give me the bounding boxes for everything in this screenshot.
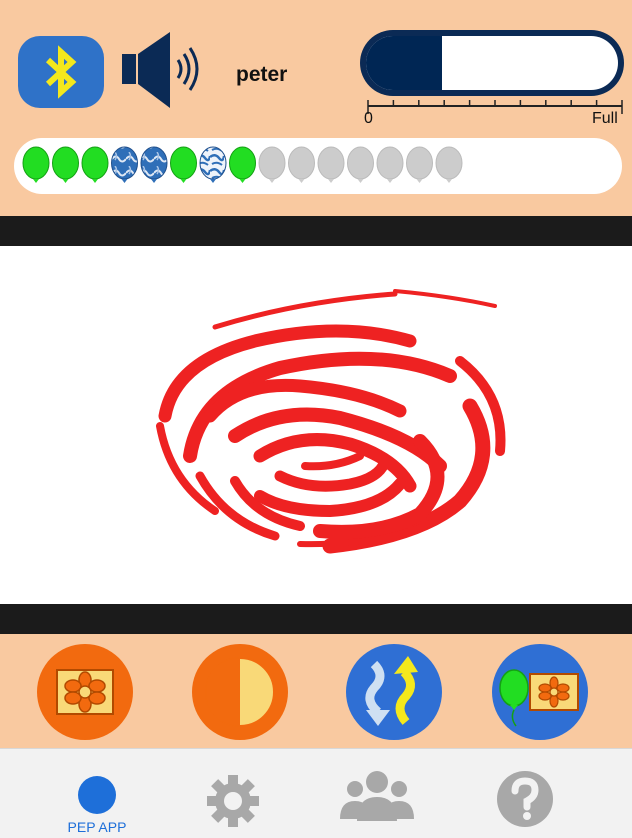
swirl-display — [0, 246, 632, 604]
gauge-scale — [367, 100, 623, 114]
balloon-green — [81, 146, 109, 183]
tab-pep-app[interactable]: PEP APP — [42, 749, 152, 838]
display-top-bar — [0, 216, 632, 246]
fill-gauge — [360, 30, 624, 96]
bluetooth-icon — [45, 45, 77, 99]
balloon-green — [229, 146, 256, 183]
balloon-grey — [347, 146, 374, 183]
tab-group[interactable] — [322, 749, 432, 838]
fill-gauge-level — [366, 36, 442, 90]
balloon-grey — [435, 146, 463, 183]
bluetooth-button[interactable] — [18, 36, 104, 108]
gauge-min-label: 0 — [364, 110, 373, 127]
red-swirl-image — [156, 289, 506, 554]
tab-bar: PEP APP — [0, 748, 632, 838]
gauge-max-label: Full — [592, 110, 618, 127]
balloon-flower-card-icon — [492, 644, 588, 740]
half-circle-icon — [192, 644, 288, 740]
flower-card-icon — [37, 644, 133, 740]
balloon-track — [14, 138, 622, 194]
speaker-icon — [122, 32, 199, 108]
dot-icon — [78, 776, 116, 814]
action-panel — [0, 634, 632, 748]
speaker-button[interactable] — [120, 30, 212, 110]
help-icon — [497, 771, 553, 827]
user-name: peter — [236, 63, 288, 86]
balloon-blue-white-marble — [199, 146, 227, 183]
gear-icon — [207, 775, 259, 827]
balloon-blue-marble — [140, 146, 168, 183]
balloon-grey — [258, 146, 286, 183]
tab-settings[interactable] — [178, 749, 288, 838]
tab-help[interactable] — [470, 749, 580, 838]
balloon-green — [170, 146, 197, 183]
display-bottom-bar — [0, 604, 632, 634]
balloon-green — [22, 146, 50, 183]
group-icon — [340, 771, 414, 821]
balloon-green — [52, 146, 79, 183]
balloon-grey — [317, 146, 345, 183]
up-down-arrows-icon — [346, 644, 442, 740]
up-down-arrows-button[interactable] — [344, 642, 444, 742]
balloon-grey — [288, 146, 315, 183]
tab-pep-app-label: PEP APP — [67, 819, 127, 835]
balloon-flower-card-button[interactable] — [490, 642, 590, 742]
half-circle-button[interactable] — [190, 642, 290, 742]
flower-card-button[interactable] — [35, 642, 135, 742]
balloon-grey — [406, 146, 433, 183]
balloon-grey — [376, 146, 404, 183]
balloon-blue-marble — [111, 146, 138, 183]
